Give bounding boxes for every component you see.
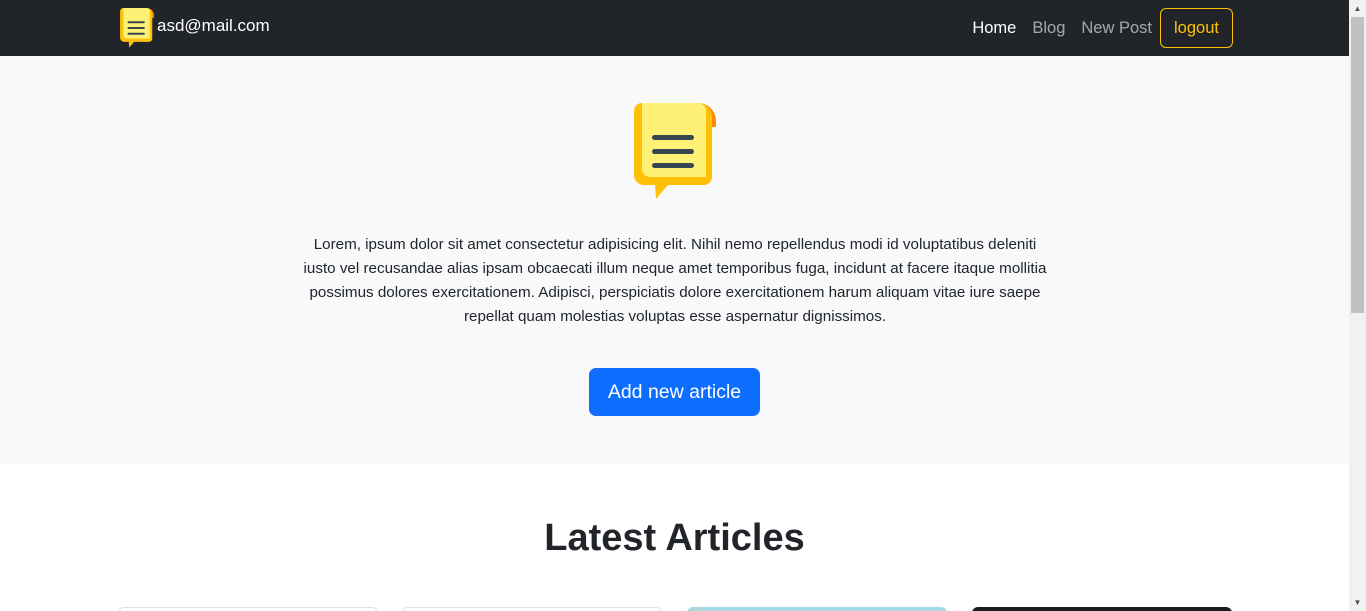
article-card[interactable] (687, 607, 947, 611)
article-card[interactable] (972, 607, 1232, 611)
navbar: asd@mail.com Home Blog New Post logout (0, 0, 1349, 56)
vertical-scrollbar[interactable]: ▲ ▼ (1349, 0, 1366, 611)
navbar-brand[interactable]: asd@mail.com (120, 8, 270, 48)
scroll-down-arrow-icon[interactable]: ▼ (1349, 594, 1366, 611)
notepad-chat-icon (120, 8, 154, 48)
hero-description: Lorem, ipsum dolor sit amet consectetur … (303, 236, 1047, 325)
brand-email: asd@mail.com (157, 16, 270, 35)
scrollbar-thumb[interactable] (1351, 17, 1364, 313)
nav-link-home[interactable]: Home (972, 8, 1016, 48)
browser-viewport: asd@mail.com Home Blog New Post logout L… (0, 0, 1366, 611)
scroll-up-arrow-icon[interactable]: ▲ (1349, 0, 1366, 17)
nav-link-new-post[interactable]: New Post (1081, 8, 1152, 48)
latest-articles-heading: Latest Articles (544, 517, 805, 559)
hero-section: Lorem, ipsum dolor sit amet consectetur … (0, 56, 1349, 464)
page: asd@mail.com Home Blog New Post logout L… (0, 0, 1349, 611)
nav-link-blog[interactable]: Blog (1032, 8, 1065, 48)
article-card[interactable] (118, 607, 378, 611)
logout-button[interactable]: logout (1160, 8, 1233, 48)
article-card[interactable] (402, 607, 662, 611)
notepad-chat-icon (634, 103, 716, 199)
add-new-article-button[interactable]: Add new article (589, 368, 760, 416)
nav-links: Home Blog New Post logout (956, 8, 1233, 48)
